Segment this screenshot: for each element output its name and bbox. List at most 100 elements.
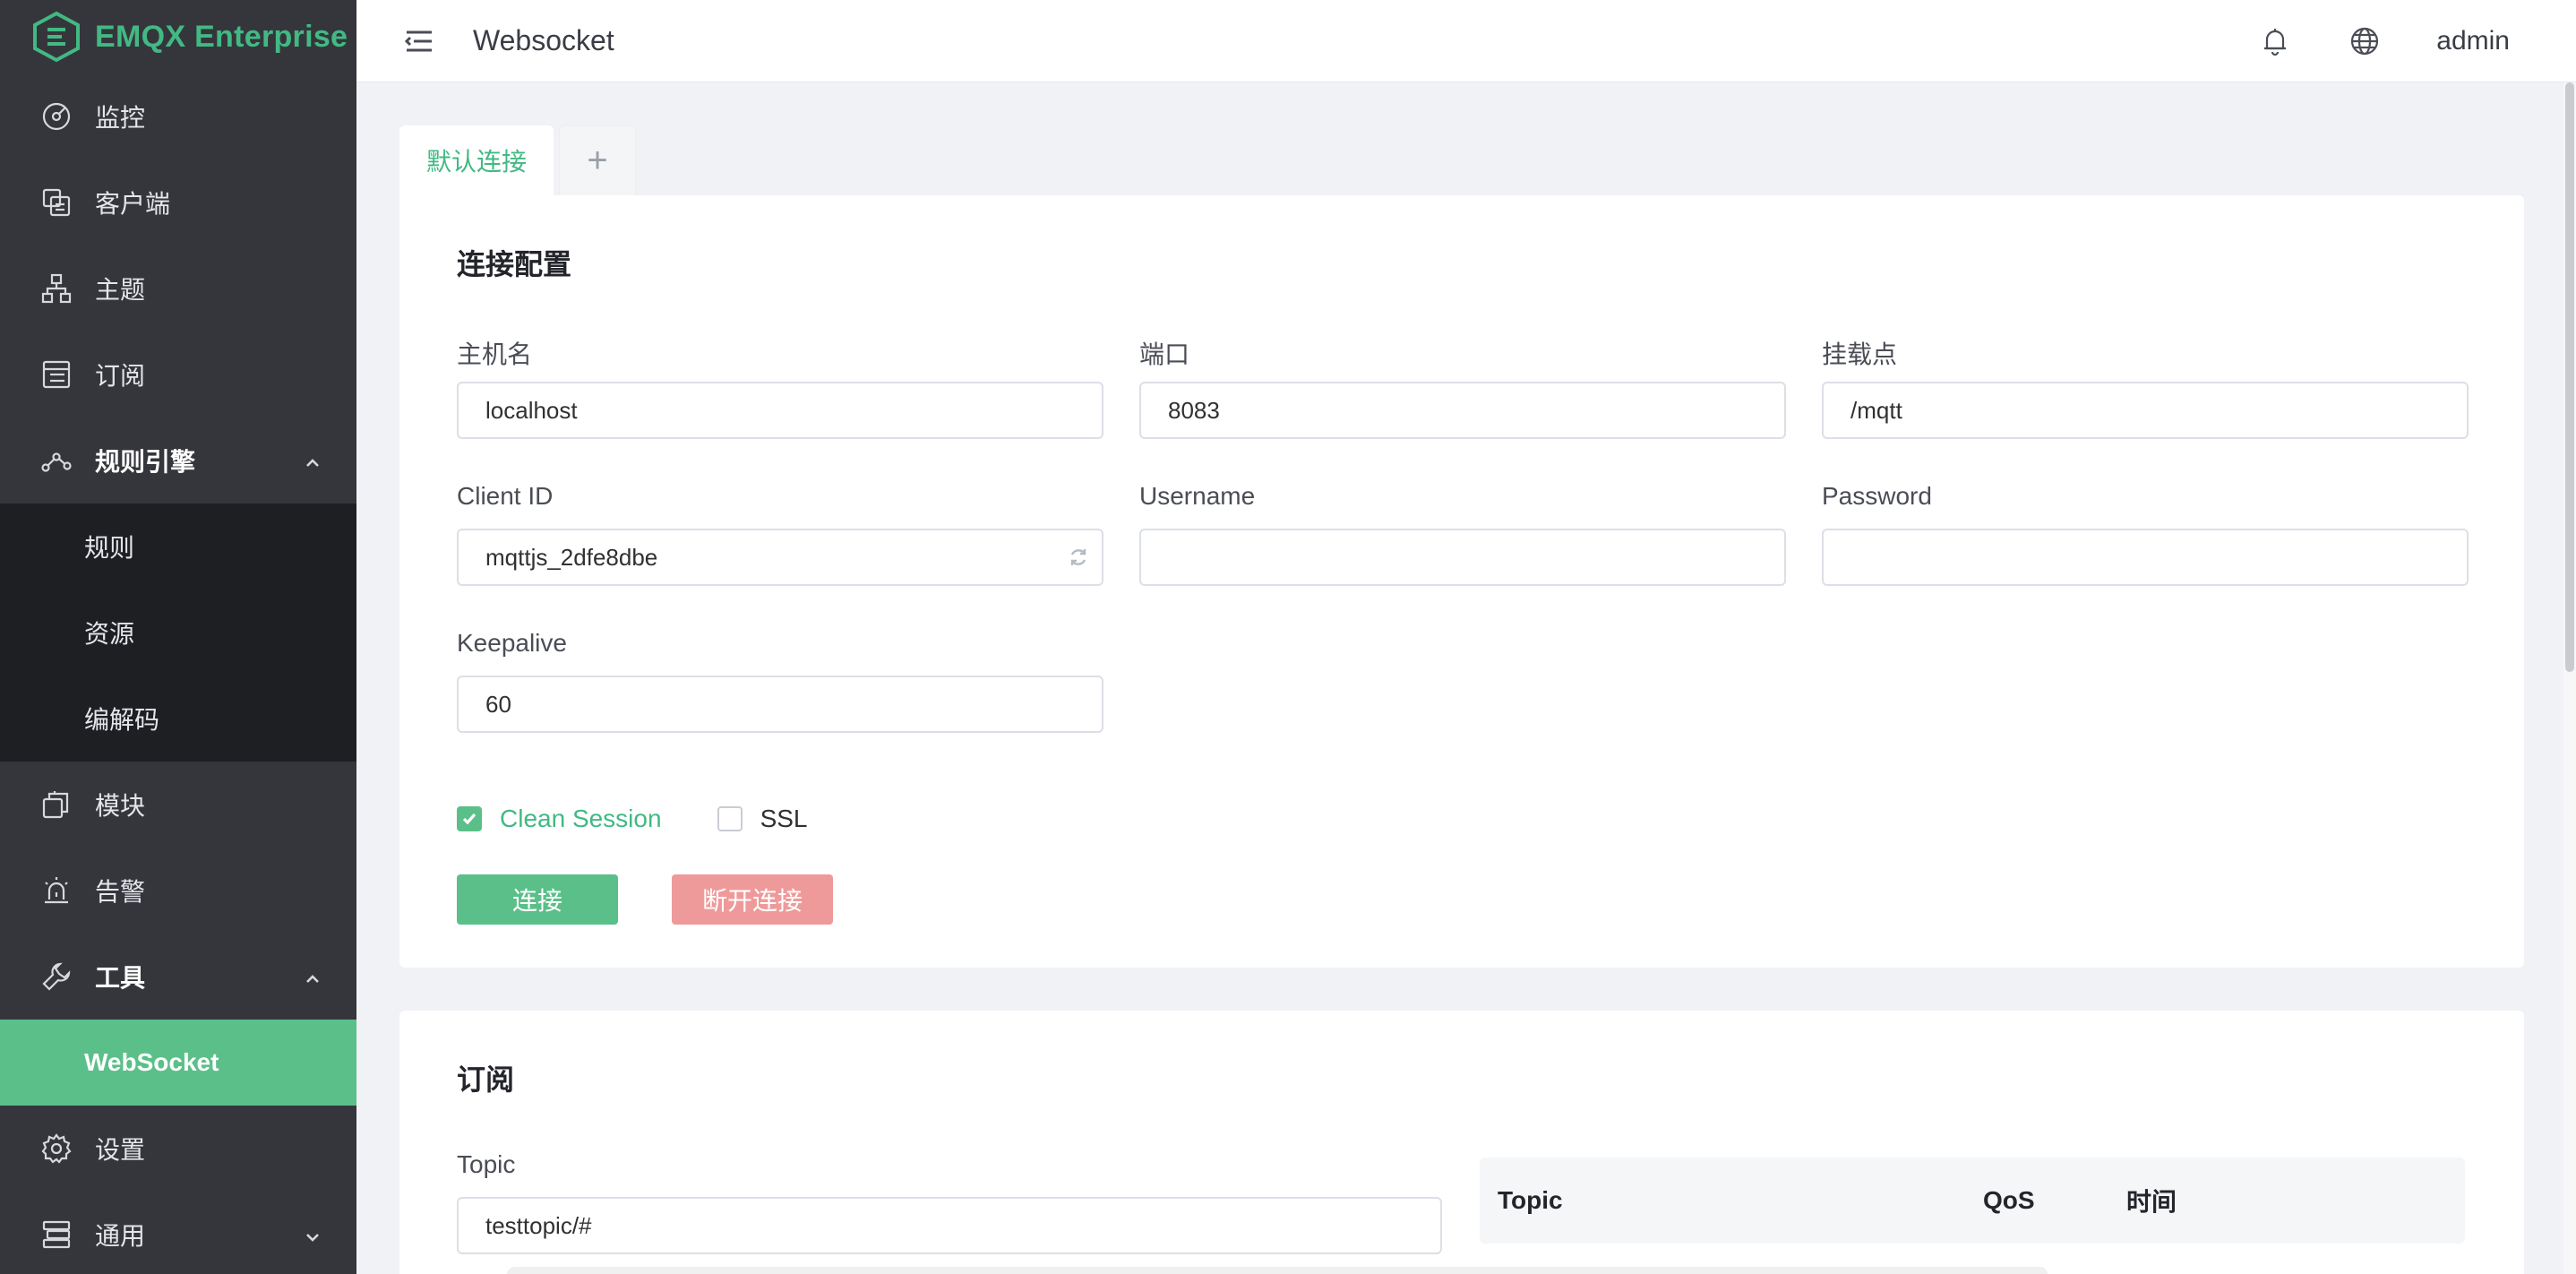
- rule-engine-submenu: 规则 资源 编解码: [0, 504, 356, 762]
- host-value: localhost: [485, 396, 578, 424]
- connection-config-card: 连接配置 主机名 localhost 端口 8083 挂载点 /mqtt Cli…: [399, 195, 2524, 968]
- ssl-option[interactable]: SSL: [717, 805, 808, 833]
- modules-icon: [39, 788, 73, 822]
- clientid-label: Client ID: [457, 482, 554, 510]
- options-row: Clean Session SSL: [457, 805, 808, 833]
- sidebar-item-topics[interactable]: 主题: [0, 245, 356, 331]
- sidebar-item-general[interactable]: 通用: [0, 1192, 356, 1274]
- general-icon: [39, 1218, 73, 1252]
- rule-engine-icon: [39, 443, 73, 478]
- emqx-logo-icon: [33, 11, 80, 63]
- sidebar-item-monitor[interactable]: 监控: [0, 73, 356, 159]
- tools-submenu: WebSocket: [0, 1020, 356, 1106]
- ssl-label[interactable]: SSL: [760, 805, 808, 833]
- sidebar-item-label: 编解码: [84, 706, 160, 734]
- host-input[interactable]: localhost: [457, 382, 1103, 439]
- sidebar: EMQX Enterprise 监控 客户端 主题 订阅 规则引擎 规则 资源 …: [0, 0, 356, 1274]
- dashboard-icon: [39, 99, 73, 133]
- alarm-icon: [39, 874, 73, 908]
- port-value: 8083: [1168, 396, 1220, 424]
- bottom-overlay-shadow: [507, 1267, 2048, 1274]
- sidebar-item-settings[interactable]: 设置: [0, 1106, 356, 1192]
- keepalive-label: Keepalive: [457, 629, 567, 657]
- sidebar-item-label: 模块: [95, 792, 146, 820]
- sidebar-item-subscriptions[interactable]: 订阅: [0, 331, 356, 417]
- topic-value: testtopic/#: [485, 1211, 592, 1239]
- sidebar-item-label: 资源: [84, 620, 135, 648]
- sidebar-item-label: 告警: [95, 878, 146, 906]
- connection-config-title: 连接配置: [457, 248, 572, 280]
- chevron-up-icon: [303, 967, 322, 986]
- header-actions: admin: [2202, 0, 2510, 82]
- topic-input[interactable]: testtopic/#: [457, 1197, 1442, 1254]
- sidebar-item-websocket[interactable]: WebSocket: [0, 1020, 356, 1106]
- host-label: 主机名: [457, 340, 533, 368]
- sidebar-item-tools[interactable]: 工具: [0, 934, 356, 1020]
- logo[interactable]: EMQX Enterprise: [0, 0, 356, 73]
- checkmark-icon: [462, 813, 477, 825]
- sidebar-item-modules[interactable]: 模块: [0, 762, 356, 848]
- disconnect-button[interactable]: 断开连接: [672, 874, 833, 925]
- bell-icon[interactable]: [2259, 25, 2291, 57]
- password-input[interactable]: [1822, 529, 2469, 586]
- sidebar-item-label: 主题: [95, 276, 146, 304]
- connection-tabs: 默认连接 +: [399, 125, 637, 195]
- ssl-checkbox[interactable]: [717, 806, 743, 831]
- port-input[interactable]: 8083: [1139, 382, 1786, 439]
- brand-name: EMQX Enterprise: [95, 19, 348, 54]
- topic-label: Topic: [457, 1150, 516, 1178]
- sidebar-item-label: WebSocket: [84, 1048, 219, 1076]
- sidebar-item-label: 工具: [95, 964, 146, 992]
- chevron-down-icon: [303, 1225, 322, 1244]
- mountpoint-value: /mqtt: [1850, 396, 1902, 424]
- scrollbar-thumb[interactable]: [2565, 82, 2574, 672]
- subscriptions-table-header: Topic QoS 时间: [1480, 1158, 2465, 1244]
- column-header-qos: QoS: [1983, 1186, 2035, 1214]
- clean-session-checkbox[interactable]: [457, 806, 482, 831]
- sidebar-item-resources[interactable]: 资源: [0, 590, 356, 676]
- tab-default-connection[interactable]: 默认连接: [399, 125, 554, 195]
- sidebar-item-clients[interactable]: 客户端: [0, 159, 356, 245]
- add-tab-button[interactable]: +: [559, 125, 637, 195]
- column-header-topic: Topic: [1498, 1186, 1563, 1214]
- clientid-value: mqttjs_2dfe8dbe: [485, 543, 658, 571]
- sidebar-item-label: 客户端: [95, 190, 171, 218]
- subscribe-title: 订阅: [457, 1063, 515, 1096]
- sidebar-item-label: 规则引擎: [95, 448, 196, 476]
- sidebar-item-rule-engine[interactable]: 规则引擎: [0, 417, 356, 504]
- collapse-menu-icon[interactable]: [403, 25, 435, 57]
- sidebar-item-label: 设置: [95, 1136, 146, 1164]
- mountpoint-input[interactable]: /mqtt: [1822, 382, 2469, 439]
- sidebar-item-alarms[interactable]: 告警: [0, 848, 356, 934]
- subscribe-card: 订阅 Topic testtopic/# Topic QoS 时间: [399, 1011, 2524, 1274]
- page-scrollbar[interactable]: [2563, 82, 2576, 1274]
- top-header: Websocket admin: [356, 0, 2576, 82]
- username-input[interactable]: [1139, 529, 1786, 586]
- keepalive-input[interactable]: 60: [457, 676, 1103, 733]
- clients-icon: [39, 185, 73, 220]
- gear-icon: [39, 1132, 73, 1166]
- port-label: 端口: [1139, 340, 1190, 368]
- subscriptions-icon: [39, 357, 73, 392]
- refresh-icon[interactable]: [1068, 547, 1089, 568]
- page-title: Websocket: [473, 24, 614, 56]
- username-label: Username: [1139, 482, 1256, 510]
- chevron-up-icon: [303, 451, 322, 470]
- wrench-icon: [39, 960, 73, 994]
- sidebar-item-label: 通用: [95, 1222, 146, 1250]
- sidebar-item-codec[interactable]: 编解码: [0, 676, 356, 762]
- user-menu[interactable]: admin: [2436, 26, 2510, 56]
- connect-button[interactable]: 连接: [457, 874, 618, 925]
- keepalive-value: 60: [485, 690, 511, 718]
- clientid-input[interactable]: mqttjs_2dfe8dbe: [457, 529, 1103, 586]
- globe-icon[interactable]: [2348, 25, 2381, 57]
- column-header-time: 时间: [2126, 1188, 2177, 1216]
- sidebar-item-label: 订阅: [95, 362, 146, 390]
- sidebar-item-rules[interactable]: 规则: [0, 504, 356, 590]
- topics-icon: [39, 271, 73, 306]
- sidebar-item-label: 规则: [84, 534, 135, 562]
- mountpoint-label: 挂载点: [1822, 340, 1898, 368]
- clean-session-label[interactable]: Clean Session: [500, 805, 662, 833]
- password-label: Password: [1822, 482, 1932, 510]
- sidebar-item-label: 监控: [95, 104, 146, 132]
